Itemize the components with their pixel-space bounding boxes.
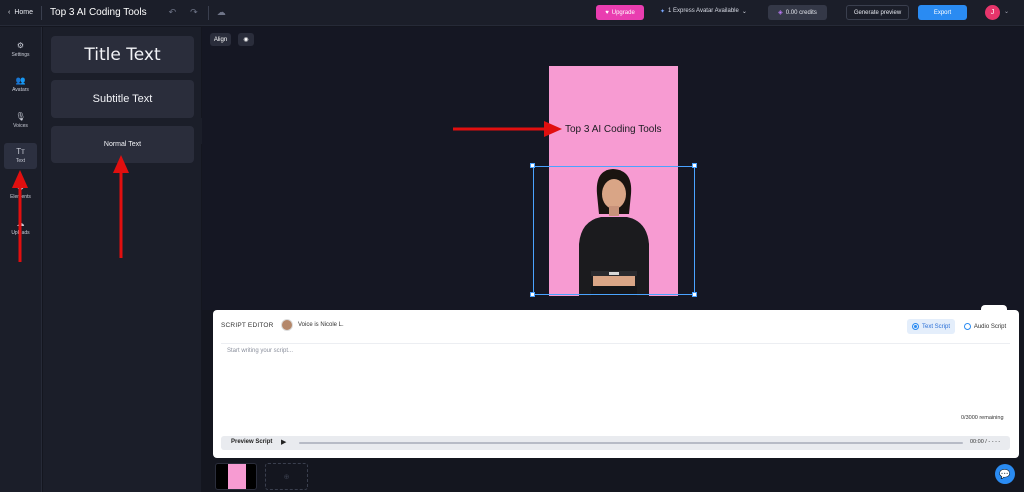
voice-label[interactable]: Voice is Nicole L. [298,322,344,328]
script-editor-title: SCRIPT EDITOR [221,322,274,329]
text-script-option[interactable]: Text Script [907,319,955,334]
character-remaining: 0/3000 remaining [961,415,1004,421]
radio-selected-icon [911,323,919,330]
play-icon[interactable]: ▶ [281,438,286,446]
timeline [202,458,1024,492]
voice-avatar-icon[interactable] [281,319,293,331]
text-script-label: Text Script [921,323,950,330]
plus-icon: ⊕ [283,473,290,481]
preview-script-button[interactable]: Preview Script [231,439,272,445]
preview-time: 00:00 / - - - - [970,439,1001,445]
preview-progress-track[interactable] [299,442,963,444]
audio-script-option[interactable]: Audio Script [960,319,1010,334]
audio-script-label: Audio Script [973,323,1007,330]
radio-icon [963,323,971,330]
chat-support-icon[interactable]: 💬 [995,464,1015,484]
script-textarea[interactable]: Start writing your script... [221,343,1010,425]
scene-thumbnail-preview [228,464,246,489]
add-scene-button[interactable]: ⊕ [265,463,308,490]
scene-thumbnail[interactable] [215,463,257,490]
